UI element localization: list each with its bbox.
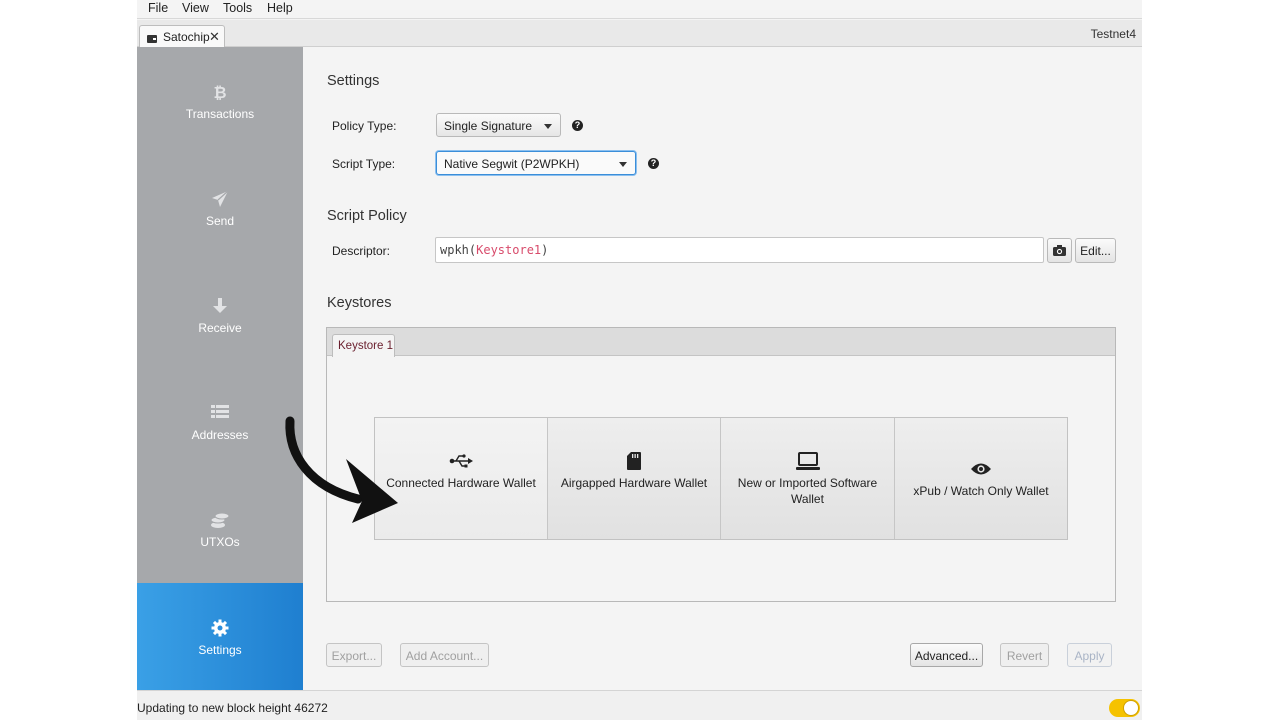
scan-qr-button[interactable] <box>1047 238 1072 263</box>
advanced-button[interactable]: Advanced... <box>910 643 983 667</box>
policy-type-value: Single Signature <box>444 119 533 133</box>
sidebar-item-send[interactable]: Send <box>137 154 303 261</box>
descriptor-keystore: Keystore1 <box>476 243 542 257</box>
sd-card-icon <box>548 452 720 470</box>
script-type-select[interactable]: Native Segwit (P2WPKH) <box>436 151 636 175</box>
descriptor-prefix: wpkh( <box>440 243 477 257</box>
sidebar-item-addresses[interactable]: Addresses <box>137 368 303 475</box>
keystore-tab-bar: Keystore 1 <box>327 328 1115 357</box>
apply-button[interactable]: Apply <box>1067 643 1112 667</box>
arrow-down-icon <box>137 297 303 315</box>
sidebar-item-label: Send <box>205 214 235 228</box>
sidebar-item-label: Transactions <box>185 107 255 121</box>
menu-file[interactable]: File <box>148 1 168 15</box>
policy-type-label: Policy Type: <box>332 119 397 133</box>
sidebar-item-transactions[interactable]: ₿ Transactions <box>137 47 303 154</box>
bitcoin-icon: ₿ <box>137 83 303 101</box>
menu-bar: File View Tools Help <box>137 0 1142 19</box>
eye-icon <box>895 462 1067 476</box>
descriptor-field[interactable]: wpkh(Keystore1) <box>435 237 1044 263</box>
svg-text:₿: ₿ <box>213 83 226 101</box>
wallet-tab-label: Satochip <box>163 30 210 44</box>
option-label: xPub / Watch Only Wallet <box>913 484 1049 498</box>
network-label: Testnet4 <box>1090 27 1136 41</box>
connected-hardware-wallet-button[interactable]: Connected Hardware Wallet <box>375 418 548 539</box>
script-policy-title: Script Policy <box>327 208 407 224</box>
descriptor-label: Descriptor: <box>332 244 391 258</box>
revert-button[interactable]: Revert <box>1000 643 1049 667</box>
list-icon <box>137 404 303 422</box>
script-type-label: Script Type: <box>332 157 396 171</box>
settings-panel: Settings Policy Type: Single Signature ?… <box>303 47 1142 690</box>
settings-title: Settings <box>327 73 380 89</box>
software-wallet-button[interactable]: New or Imported Software Wallet <box>721 418 895 539</box>
watch-only-wallet-button[interactable]: xPub / Watch Only Wallet <box>895 418 1067 539</box>
close-icon[interactable]: ✕ <box>209 29 220 45</box>
camera-icon <box>1053 245 1066 259</box>
wallet-import-options: Connected Hardware Wallet Airgapped Hard… <box>374 417 1068 540</box>
laptop-icon <box>721 452 894 470</box>
sidebar-item-label: UTXOs <box>200 535 240 549</box>
menu-tools[interactable]: Tools <box>223 1 252 15</box>
edit-descriptor-button[interactable]: Edit... <box>1075 238 1116 263</box>
help-icon[interactable]: ? <box>572 120 583 131</box>
coins-icon <box>137 511 303 529</box>
wallet-tab-satochip[interactable]: Satochip ✕ <box>139 25 225 47</box>
keystores-title: Keystores <box>327 295 392 311</box>
tab-keystore-1[interactable]: Keystore 1 <box>332 334 395 357</box>
wallet-icon <box>147 32 157 46</box>
sidebar: ₿ Transactions Send Receive Addresses UT… <box>137 47 303 690</box>
export-button[interactable]: Export... <box>326 643 382 667</box>
annotation-arrow-icon <box>280 415 400 528</box>
add-account-button[interactable]: Add Account... <box>400 643 489 667</box>
menu-help[interactable]: Help <box>267 1 293 15</box>
chevron-down-icon <box>619 162 627 167</box>
sidebar-item-utxos[interactable]: UTXOs <box>137 475 303 582</box>
option-label: Airgapped Hardware Wallet <box>560 476 708 490</box>
menu-view[interactable]: View <box>182 1 209 15</box>
sidebar-item-label: Settings <box>198 643 242 657</box>
option-label: Connected Hardware Wallet <box>386 476 536 490</box>
wallet-tab-strip: Satochip ✕ Testnet4 <box>137 20 1142 47</box>
policy-type-select[interactable]: Single Signature <box>436 113 561 137</box>
keystore-panel: Keystore 1 Connected Hardware Wallet Air… <box>326 327 1116 602</box>
sidebar-item-label: Addresses <box>191 428 249 442</box>
sidebar-item-label: Receive <box>198 321 242 335</box>
chevron-down-icon <box>544 124 552 129</box>
connection-toggle[interactable] <box>1109 699 1140 717</box>
send-icon <box>137 190 303 208</box>
gear-icon <box>137 619 303 637</box>
option-label: New or Imported Software Wallet <box>737 476 878 506</box>
app-window: File View Tools Help Satochip ✕ Testnet4… <box>137 0 1142 720</box>
sidebar-item-settings[interactable]: Settings <box>137 583 303 690</box>
descriptor-suffix: ) <box>541 243 549 257</box>
status-bar: Updating to new block height 46272 <box>137 690 1142 720</box>
usb-icon <box>375 454 547 468</box>
airgapped-hardware-wallet-button[interactable]: Airgapped Hardware Wallet <box>548 418 721 539</box>
toggle-knob <box>1123 700 1139 716</box>
status-text: Updating to new block height 46272 <box>137 701 328 715</box>
help-icon[interactable]: ? <box>648 158 659 169</box>
sidebar-item-receive[interactable]: Receive <box>137 261 303 368</box>
script-type-value: Native Segwit (P2WPKH) <box>444 157 580 171</box>
